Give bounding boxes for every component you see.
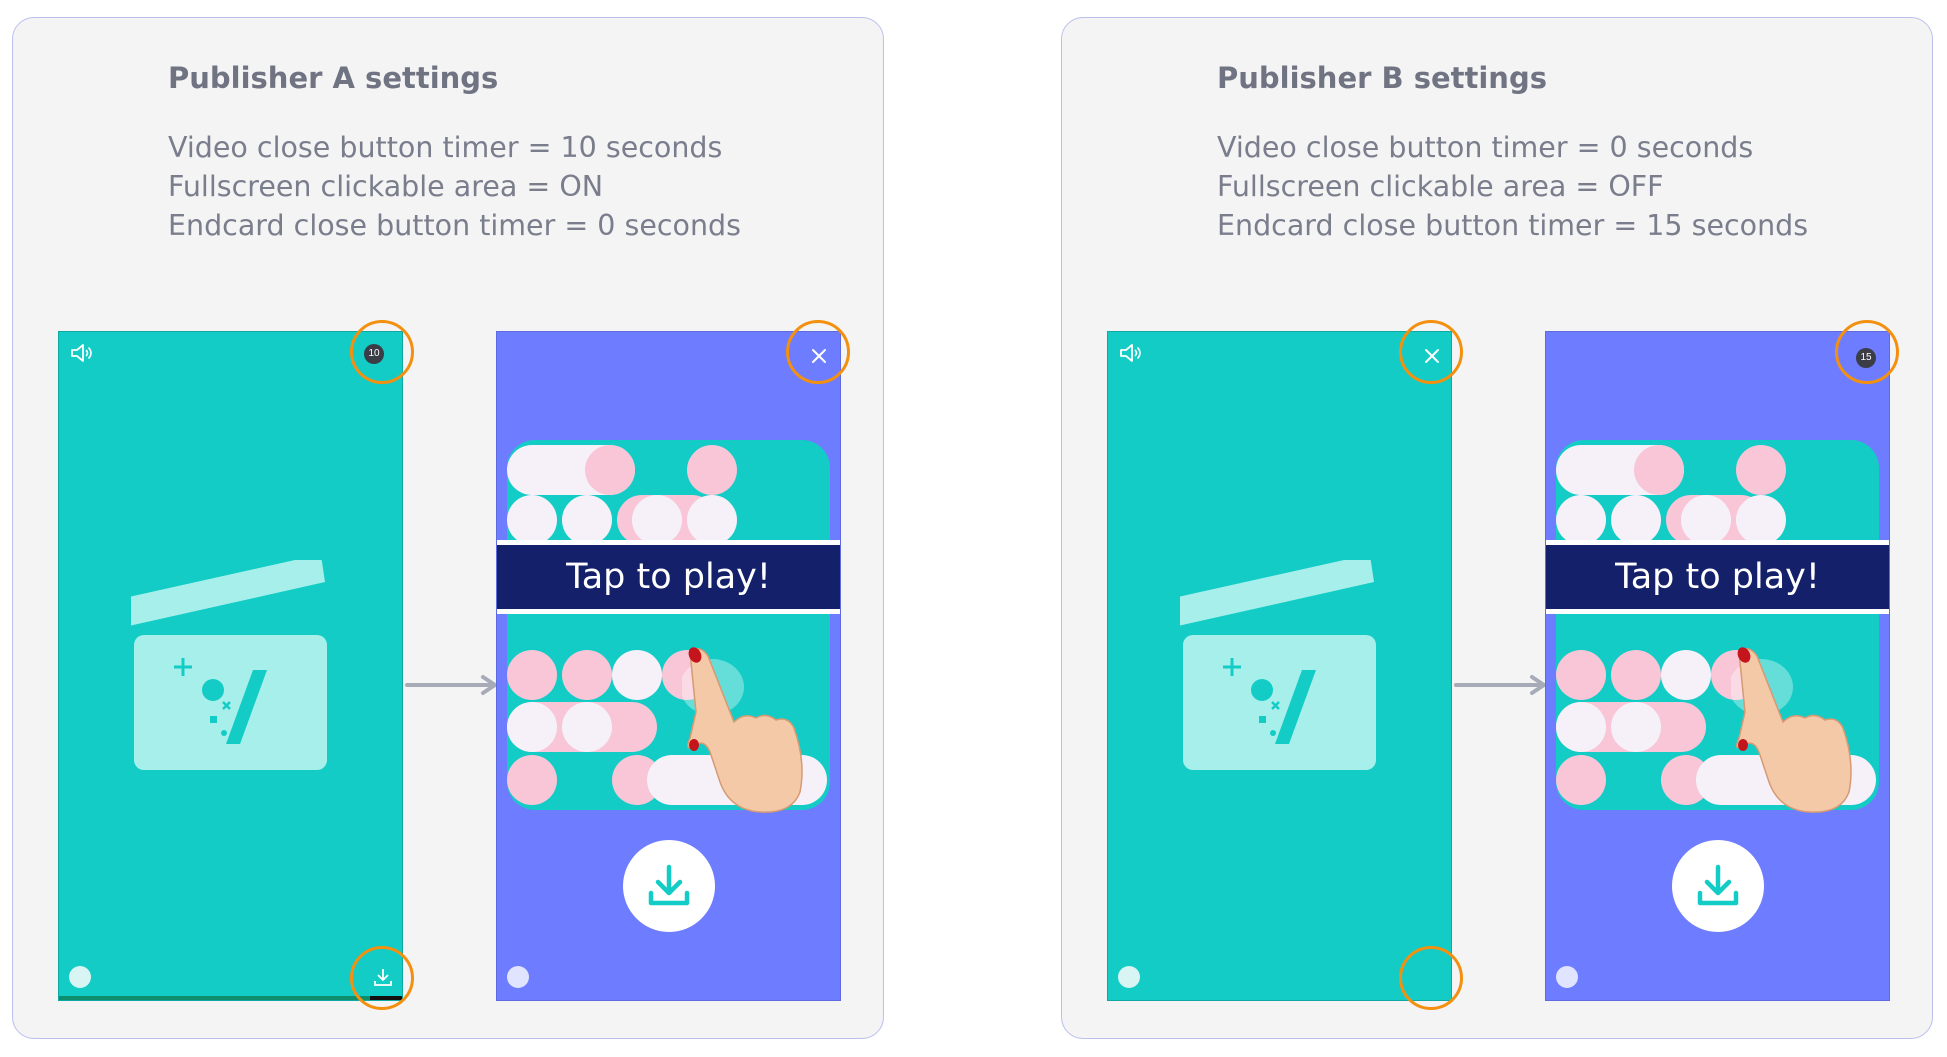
speaker-icon[interactable] [1118,342,1144,364]
download-icon [648,864,690,906]
publisher-a-video-screen[interactable]: 10 [58,331,403,1001]
highlight-ring-video-timer [350,320,414,384]
publisher-a-setting-endcard-timer: Endcard close button timer = 0 seconds [168,209,741,242]
download-icon [1697,864,1739,906]
video-progress-bar [59,996,402,1000]
install-button[interactable] [1672,840,1764,932]
publisher-b-title: Publisher B settings [1217,61,1547,95]
publisher-b-endcard-screen[interactable]: 15 Tap to play! [1545,331,1890,1001]
highlight-ring-endcard-timer [1835,320,1899,384]
highlight-ring-endcard-close [786,320,850,384]
publisher-a-settings-list: Video close button timer = 10 seconds Fu… [168,128,741,245]
publisher-a-card: Publisher A settings Video close button … [12,17,884,1039]
highlight-ring-video-download [350,946,414,1010]
arrow-right-icon [405,675,497,695]
highlight-ring-video-no-download [1399,946,1463,1010]
publisher-b-video-screen[interactable] [1107,331,1452,1001]
publisher-a-setting-fullscreen-clickable: Fullscreen clickable area = ON [168,170,604,203]
highlight-ring-video-close [1399,320,1463,384]
tapping-hand-icon [682,647,803,813]
arrow-right-icon [1454,675,1546,695]
publisher-b-setting-fullscreen-clickable: Fullscreen clickable area = OFF [1217,170,1664,203]
tap-to-play-banner[interactable]: Tap to play! [497,540,840,614]
clapperboard-icon [131,560,327,770]
publisher-a-endcard-screen[interactable]: Tap to play! [496,331,841,1001]
publisher-a-setting-video-timer: Video close button timer = 10 seconds [168,131,723,164]
brand-logo-icon [1118,966,1140,988]
publisher-a-title: Publisher A settings [168,61,499,95]
install-button[interactable] [623,840,715,932]
speaker-icon[interactable] [69,342,95,364]
brand-logo-icon [1556,966,1578,988]
clapperboard-icon [1180,560,1376,770]
publisher-b-setting-endcard-timer: Endcard close button timer = 15 seconds [1217,209,1809,242]
brand-logo-icon [69,966,91,988]
brand-logo-icon [507,966,529,988]
tap-to-play-banner[interactable]: Tap to play! [1546,540,1889,614]
tapping-hand-icon [1731,647,1852,813]
publisher-b-setting-video-timer: Video close button timer = 0 seconds [1217,131,1754,164]
publisher-b-card: Publisher B settings Video close button … [1061,17,1933,1039]
publisher-b-settings-list: Video close button timer = 0 seconds Ful… [1217,128,1808,245]
